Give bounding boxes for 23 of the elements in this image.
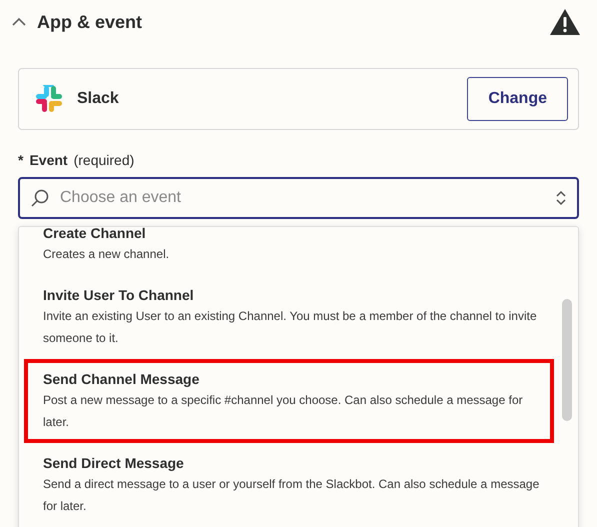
select-placeholder: Choose an event bbox=[60, 188, 182, 208]
option-description: Send a direct message to a user or yourself from the Slackbot. Can also schedule a message for later. bbox=[43, 476, 540, 515]
option-description: Creates a new channel. bbox=[43, 246, 170, 263]
option-title: Create Channel bbox=[43, 227, 147, 243]
scrollbar[interactable] bbox=[562, 299, 572, 421]
change-button[interactable]: Change bbox=[467, 77, 568, 121]
field-label: Event bbox=[29, 151, 68, 170]
search-icon bbox=[30, 188, 50, 208]
slack-logo-icon bbox=[35, 85, 63, 113]
option-title: Invite User To Channel bbox=[43, 286, 195, 305]
option-title: Send Direct Message bbox=[43, 454, 185, 473]
event-option[interactable]: Create Channel Creates a new channel. bbox=[24, 227, 554, 275]
option-description: Invite an existing User to an existing Channel. You must be a member of the channel to invite someone to it. bbox=[43, 308, 538, 347]
required-mark: * bbox=[18, 151, 24, 170]
section-title: App & event bbox=[37, 10, 144, 34]
event-option[interactable]: Send Channel Message Post a new message to a specific #channel you choose. Can also schedule a message for later. bbox=[24, 359, 554, 443]
event-option[interactable]: Send Direct Message Send a direct message to a user or yourself from the Slackbot. Can also schedule a message for later. bbox=[24, 443, 554, 527]
app-name: Slack bbox=[77, 89, 120, 109]
option-description: Post a new message to a specific #channel you choose. Can also schedule a message for later. bbox=[43, 392, 524, 431]
updown-chevron-icon bbox=[555, 189, 567, 207]
event-option[interactable]: Invite User To Channel Invite an existing User to an existing Channel. You must be a member of the channel to invite someone to it. bbox=[24, 275, 554, 359]
option-title: Send Channel Message bbox=[43, 370, 200, 389]
required-hint: (required) bbox=[74, 151, 134, 170]
